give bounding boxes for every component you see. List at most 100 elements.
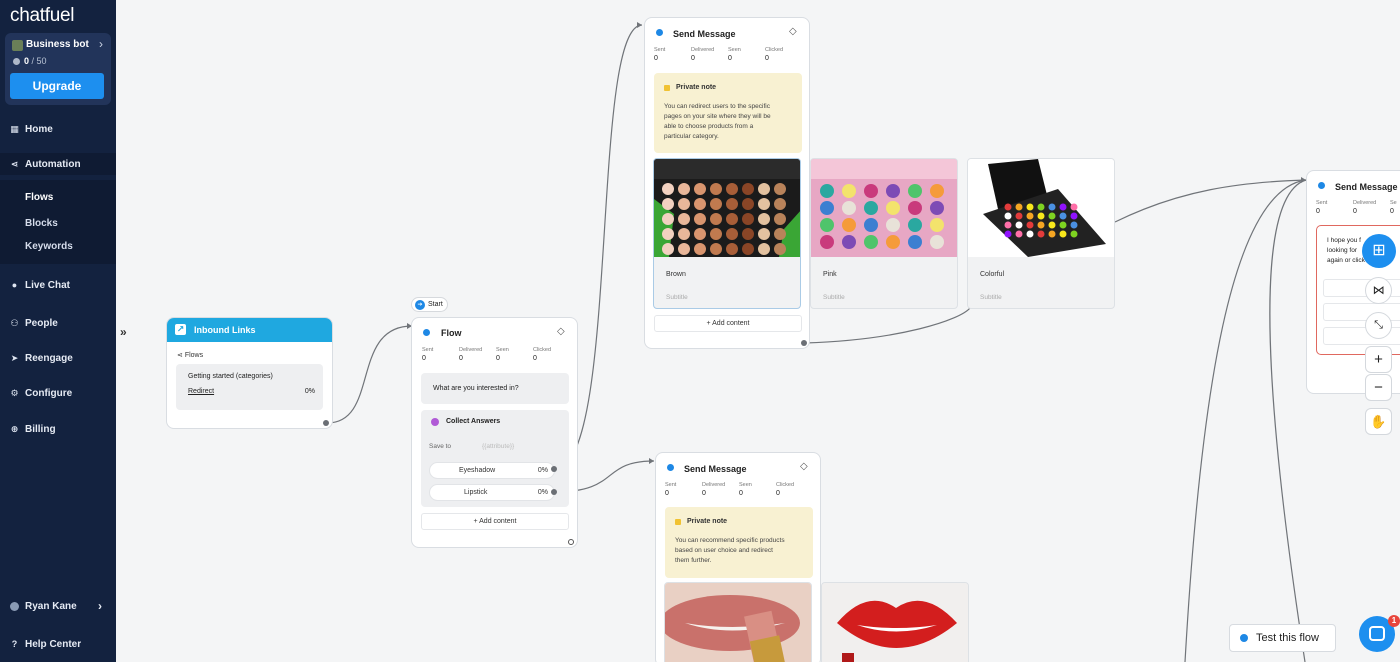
swatch: [842, 201, 856, 215]
message-dot-icon: [423, 329, 430, 336]
share-nodes-icon: ⋈: [1372, 283, 1385, 297]
swatch: [1037, 203, 1045, 211]
nav-item-people[interactable]: ⚇ People: [0, 312, 116, 334]
option-eyeshadow[interactable]: Eyeshadow 0%: [429, 462, 555, 479]
upgrade-button[interactable]: Upgrade: [10, 73, 104, 99]
chatfuel-logo[interactable]: chatfuel: [10, 5, 74, 27]
bot-selector[interactable]: Business bot › 0 / 50 Upgrade: [5, 33, 111, 105]
inbound-links-card[interactable]: ↗ Inbound Links ⋖ Flows Getting started …: [166, 317, 333, 429]
attribute-input[interactable]: {{attribute}}: [482, 443, 514, 450]
gallery-subtitle: Subtitle: [666, 294, 688, 301]
colorful-palette-image: [968, 159, 1114, 257]
test-this-flow-button[interactable]: Test this flow: [1229, 624, 1336, 652]
help-icon: ?: [11, 638, 18, 649]
arrange-button[interactable]: ⋈: [1365, 277, 1392, 304]
stat-seen: Seen 0: [496, 347, 509, 362]
add-content-button[interactable]: + Add content: [654, 315, 802, 332]
swatch: [1070, 221, 1078, 229]
collect-answers-block[interactable]: Collect Answers Save to {{attribute}} Ey…: [421, 410, 569, 507]
swatch: [1026, 203, 1034, 211]
gallery-card-colorful[interactable]: Colorful Subtitle: [967, 158, 1115, 309]
chat-bubble-icon: [1369, 626, 1385, 641]
nav-item-live-chat[interactable]: ● Live Chat: [0, 274, 116, 296]
nav-label: Live Chat: [25, 279, 71, 291]
inbound-output-port[interactable]: [323, 420, 329, 426]
swatch: [758, 243, 770, 255]
msg1-output-port[interactable]: [801, 340, 807, 346]
nav-item-automation[interactable]: ⋖ Automation: [0, 153, 116, 175]
nav-item-billing[interactable]: ⊕ Billing: [0, 418, 116, 440]
zoom-in-button[interactable]: +: [1365, 346, 1392, 373]
nav-label: People: [25, 317, 58, 329]
tag-icon[interactable]: ◇: [800, 461, 808, 472]
swatch: [1048, 212, 1056, 220]
swatch: [678, 213, 690, 225]
option-label: Lipstick: [464, 489, 488, 496]
fit-view-button[interactable]: ⤡: [1365, 312, 1392, 339]
private-note[interactable]: Private note You can redirect users to t…: [654, 73, 802, 153]
swatch: [662, 183, 674, 195]
nav-item-home[interactable]: ▦ Home: [0, 118, 116, 140]
inbound-link-item[interactable]: Getting started (categories) Redirect 0%: [176, 364, 323, 410]
user-name: Ryan Kane: [25, 600, 77, 612]
nav-item-configure[interactable]: ⚙ Configure: [0, 382, 116, 404]
user-menu[interactable]: Ryan Kane ›: [0, 595, 116, 617]
swatch: [1004, 230, 1012, 238]
question-block[interactable]: What are you interested in?: [421, 373, 569, 404]
tag-icon[interactable]: ◇: [557, 326, 565, 337]
pan-tool-button[interactable]: ✋: [1365, 408, 1392, 435]
expand-sidebar-icon[interactable]: »: [120, 325, 127, 339]
zoom-out-button[interactable]: −: [1365, 374, 1392, 401]
gallery-card-lipstick-red[interactable]: [821, 582, 969, 662]
tag-icon[interactable]: ◇: [789, 26, 797, 37]
nav-sub-flows[interactable]: Flows: [25, 192, 53, 203]
swatch: [1004, 203, 1012, 211]
swatch: [1070, 230, 1078, 238]
note-line: pages on your site where they will be: [664, 113, 771, 120]
swatch: [662, 228, 674, 240]
note-icon: [664, 84, 670, 91]
option-lipstick[interactable]: Lipstick 0%: [429, 484, 555, 501]
add-block-button[interactable]: ⊞: [1362, 234, 1396, 268]
lipstick-output-port[interactable]: [551, 489, 557, 495]
collapse-icon: ⤡: [1374, 319, 1383, 331]
add-content-button[interactable]: + Add content: [421, 513, 569, 530]
private-note-header: Private note: [664, 84, 716, 91]
gallery-card-pink[interactable]: Pink Subtitle: [810, 158, 958, 309]
nav-sub-blocks[interactable]: Blocks: [25, 218, 58, 229]
flow-next-port[interactable]: [568, 539, 574, 545]
swatch: [1015, 221, 1023, 229]
message-stats: Sent 0 Delivered 0 Seen 0 Clicked 0: [654, 47, 802, 62]
gallery-card-brown[interactable]: Brown Subtitle: [653, 158, 801, 309]
option-pct: 0%: [537, 467, 548, 474]
swatch: [742, 243, 754, 255]
swatch: [1059, 212, 1067, 220]
gallery-title: Brown: [666, 271, 686, 278]
swatch: [678, 243, 690, 255]
swatch: [820, 201, 834, 215]
eyeshadow-output-port[interactable]: [551, 466, 557, 472]
swatch: [820, 184, 834, 198]
swatch: [742, 198, 754, 210]
flow-card[interactable]: Flow ◇ Sent 0 Delivered 0 Seen 0 Clicked 0 W…: [411, 317, 578, 548]
note-line: particular category.: [664, 133, 719, 140]
gallery-title: Pink: [823, 271, 837, 278]
nav-label: Reengage: [25, 352, 73, 364]
redirect-link[interactable]: Redirect: [188, 388, 214, 395]
gallery-card-lipstick-nude[interactable]: [664, 582, 812, 662]
swatch: [864, 218, 878, 232]
stat-delivered: Delivered 0: [702, 482, 726, 497]
swatch: [930, 235, 944, 249]
private-note[interactable]: Private note You can recommend specific …: [665, 507, 813, 578]
hand-icon: ✋: [1370, 414, 1387, 429]
nav-sub-keywords[interactable]: Keywords: [25, 241, 73, 252]
private-note-header: Private note: [675, 518, 727, 525]
nav-item-reengage[interactable]: ➤ Reengage: [0, 347, 116, 369]
start-label: Start: [428, 301, 443, 308]
swatch: [710, 183, 722, 195]
bot-avatar: [12, 40, 23, 51]
stat-sent: Sent 0: [1316, 200, 1328, 215]
nav-item-help-center[interactable]: ? Help Center: [0, 633, 116, 655]
bot-message-count: 0 / 50: [24, 56, 47, 66]
swatch: [820, 235, 834, 249]
